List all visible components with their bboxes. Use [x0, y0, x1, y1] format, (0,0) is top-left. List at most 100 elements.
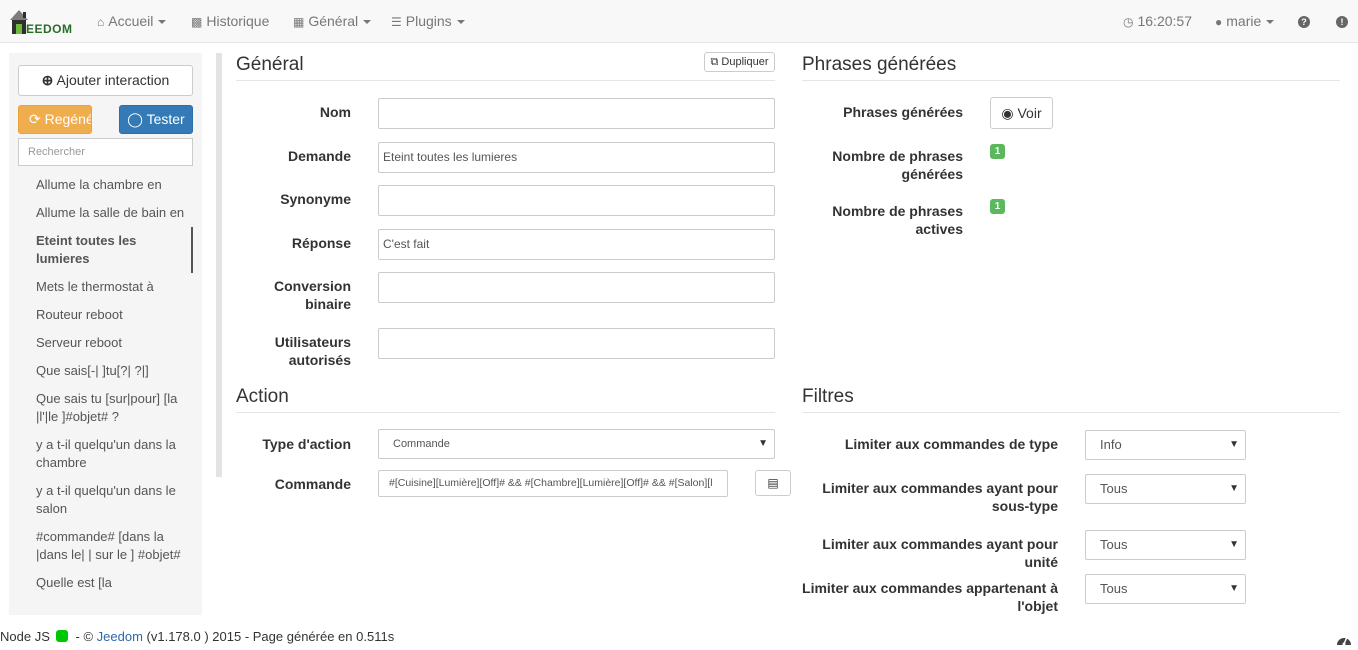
- list-item[interactable]: Routeur reboot: [18, 301, 193, 329]
- filter-object-select[interactable]: Tous ▼: [1085, 574, 1246, 604]
- duplicate-button[interactable]: ⧉ Dupliquer: [704, 52, 775, 72]
- list-item-active[interactable]: Eteint toutes les lumieres: [18, 227, 193, 273]
- phrases-label: Phrases générées: [843, 104, 963, 120]
- interaction-list: Allume la chambre en Allume la salle de …: [18, 171, 193, 597]
- table-icon: ▦: [293, 15, 305, 29]
- filter-unit-label: Limiter aux commandes ayant pour unité: [822, 536, 1058, 570]
- filter-subtype-value: Tous: [1100, 481, 1128, 496]
- add-interaction-label: Ajouter interaction: [56, 72, 170, 88]
- phrases-section-title: Phrases générées: [802, 54, 1340, 81]
- command-input[interactable]: #[Cuisine][Lumière][Off]# && #[Chambre][…: [378, 470, 728, 497]
- list-item[interactable]: Mets le thermostat à: [18, 273, 193, 301]
- sidebar-scrollbar[interactable]: [216, 53, 222, 477]
- list-item[interactable]: y a t-il quelqu'un dans le salon: [18, 477, 193, 523]
- nav-accueil[interactable]: ⌂ Accueil: [97, 0, 167, 42]
- command-picker-button[interactable]: ▤: [755, 470, 791, 496]
- list-item[interactable]: Allume la salle de bain en: [18, 199, 193, 227]
- search-input[interactable]: [18, 138, 193, 166]
- reponse-input[interactable]: C'est fait: [378, 229, 775, 260]
- node-js-label: Node JS: [0, 629, 50, 644]
- filter-type-value: Info: [1100, 437, 1122, 452]
- footer-version: (v1.178.0 ) 2015 - Page générée en 0.511…: [146, 629, 395, 644]
- command-label: Commande: [274, 476, 351, 492]
- nav-plugins[interactable]: ☰ Plugins: [391, 0, 465, 42]
- list-item[interactable]: Quelle est [la: [18, 569, 193, 597]
- filter-unit-value: Tous: [1100, 537, 1128, 552]
- nav-historique-label: Historique: [206, 13, 270, 29]
- nom-label: Nom: [319, 104, 351, 120]
- list-item[interactable]: #commande# [dans la |dans le| | sur le ]…: [18, 523, 193, 569]
- utilisateurs-input[interactable]: [378, 328, 775, 359]
- general-section-title: Général: [236, 54, 775, 81]
- list-item[interactable]: Serveur reboot: [18, 329, 193, 357]
- caret-down-icon: [1266, 20, 1275, 25]
- demande-input[interactable]: Eteint toutes les lumieres: [378, 142, 775, 173]
- filter-subtype-select[interactable]: Tous ▼: [1085, 474, 1246, 504]
- filter-type-label: Limiter aux commandes de type: [844, 436, 1058, 452]
- test-label: Tester: [146, 111, 185, 127]
- user-menu[interactable]: ● marie: [1215, 0, 1275, 42]
- conversion-label: Conversion binaire: [273, 278, 351, 312]
- interaction-sidebar: ⊕ Ajouter interaction ⟳ Regénérer ◯ Test…: [9, 53, 202, 615]
- nav-accueil-label: Accueil: [108, 13, 154, 29]
- filter-unit-select[interactable]: Tous ▼: [1085, 530, 1246, 560]
- demande-label: Demande: [287, 148, 351, 164]
- test-button[interactable]: ◯ Tester: [119, 105, 193, 134]
- dropdown-arrow-icon: ▼: [758, 438, 768, 449]
- count-active-badge: 1: [990, 199, 1005, 214]
- filtres-section-title: Filtres: [802, 386, 1340, 413]
- list-item[interactable]: y a t-il quelqu'un dans la chambre: [18, 431, 193, 477]
- utilisateurs-label: Utilisateurs autorisés: [274, 334, 351, 368]
- node-status-indicator: [55, 630, 68, 642]
- user-icon: ●: [1215, 15, 1223, 29]
- nav-historique[interactable]: ▩ Historique: [191, 0, 269, 42]
- question-icon: ?: [1298, 16, 1310, 29]
- filter-type-select[interactable]: Info ▼: [1085, 430, 1246, 460]
- count-generated-label: Nombre de phrases générées: [832, 148, 963, 182]
- count-generated-badge: 1: [990, 144, 1005, 159]
- jeedom-link[interactable]: Jeedom: [97, 629, 143, 644]
- regenerate-button[interactable]: ⟳ Regénérer: [18, 105, 92, 134]
- info-button[interactable]: !: [1336, 0, 1348, 42]
- synonyme-label: Synonyme: [280, 191, 351, 207]
- list-item[interactable]: Que sais[-| ]tu[?| ?|]: [18, 357, 193, 385]
- dashboard-gauge-icon[interactable]: [1336, 632, 1352, 646]
- nav-general[interactable]: ▦ Général: [293, 0, 372, 42]
- comment-icon: ◯: [127, 111, 143, 127]
- regenerate-label: Regénérer: [44, 111, 91, 127]
- top-navbar: EEDOM ⌂ Accueil ▩ Historique ▦ Général ☰ Plu…: [0, 0, 1358, 43]
- dropdown-arrow-icon: ▼: [1229, 539, 1239, 550]
- clock: ◷ 16:20:57: [1123, 0, 1192, 42]
- nav-general-label: Général: [308, 13, 359, 29]
- voir-button[interactable]: ◉ Voir: [990, 97, 1053, 129]
- refresh-icon: ⟳: [29, 111, 41, 127]
- bar-chart-icon: ▩: [191, 15, 203, 29]
- duplicate-label: Dupliquer: [721, 56, 769, 68]
- caret-down-icon: [363, 20, 372, 25]
- count-active-label: Nombre de phrases actives: [832, 203, 963, 237]
- jeedom-logo[interactable]: EEDOM: [8, 6, 72, 36]
- eye-icon: ◉: [1001, 105, 1014, 121]
- dropdown-arrow-icon: ▼: [1229, 583, 1239, 594]
- footer-copyright: - ©: [75, 629, 94, 644]
- list-item[interactable]: Que sais tu [sur|pour] [la |l'|le ]#obje…: [18, 385, 193, 431]
- synonyme-input[interactable]: [378, 185, 775, 216]
- list-item[interactable]: Allume la chambre en: [18, 171, 193, 199]
- brand-text: EEDOM: [26, 22, 73, 36]
- caret-down-icon: [158, 20, 167, 25]
- filter-object-value: Tous: [1100, 581, 1128, 596]
- nom-input[interactable]: [378, 98, 775, 129]
- filter-subtype-label: Limiter aux commandes ayant pour sous-ty…: [822, 480, 1058, 514]
- action-type-select[interactable]: Commande ▼: [378, 429, 775, 459]
- action-section-title: Action: [236, 386, 775, 413]
- conversion-input[interactable]: [378, 272, 775, 303]
- clock-icon: ◷: [1123, 15, 1134, 29]
- add-interaction-button[interactable]: ⊕ Ajouter interaction: [18, 65, 193, 96]
- home-icon: ⌂: [97, 15, 105, 29]
- voir-label: Voir: [1017, 105, 1042, 121]
- dropdown-arrow-icon: ▼: [1229, 483, 1239, 494]
- filter-object-label: Limiter aux commandes appartenant à l'ob…: [802, 580, 1058, 614]
- copy-icon: ⧉: [710, 56, 719, 68]
- plus-circle-icon: ⊕: [41, 72, 54, 88]
- help-button[interactable]: ?: [1298, 0, 1310, 42]
